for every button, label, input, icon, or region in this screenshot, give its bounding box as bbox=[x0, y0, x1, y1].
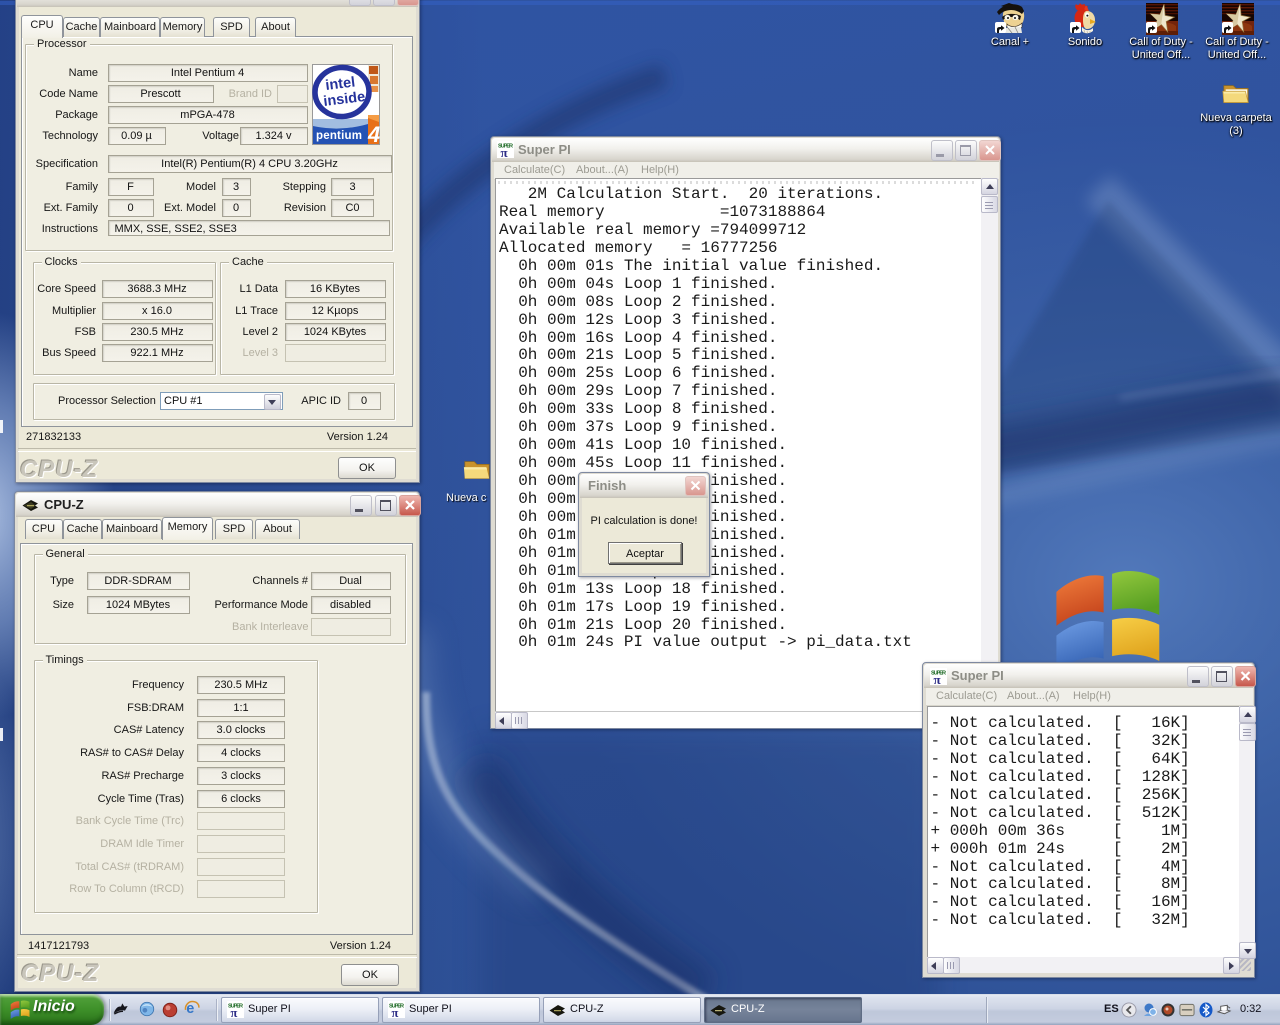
svg-text:pentium: pentium bbox=[316, 130, 362, 142]
svg-text:π: π bbox=[392, 1006, 399, 1018]
svg-text:4: 4 bbox=[367, 122, 380, 145]
svg-text:π: π bbox=[934, 672, 941, 685]
svg-text:π: π bbox=[501, 145, 508, 158]
svg-text:π: π bbox=[231, 1006, 238, 1018]
